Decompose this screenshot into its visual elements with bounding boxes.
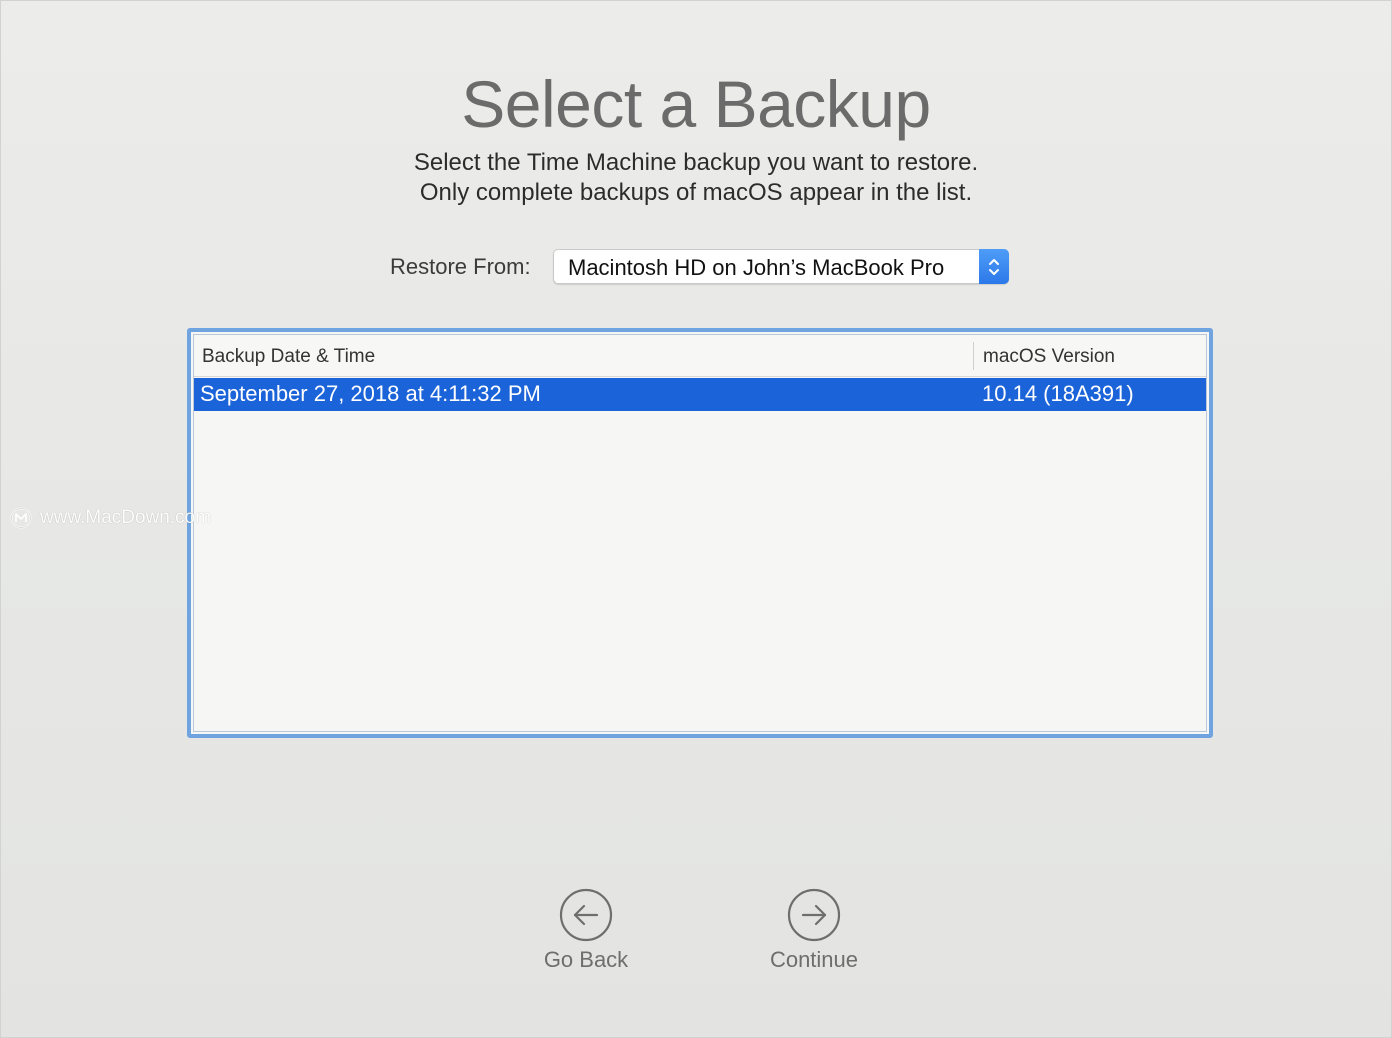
continue-button[interactable]: Continue [734,888,894,988]
row-macos-version: 10.14 (18A391) [982,381,1134,406]
up-down-chevrons-icon[interactable] [979,249,1009,284]
watermark-text: www.MacDown.com [40,507,212,528]
restore-from-label: Restore From: [390,254,531,279]
continue-label[interactable]: Continue [734,947,894,973]
subtitle-line-2: Only complete backups of macOS appear in… [419,179,973,206]
table-row[interactable]: September 27, 2018 at 4:11:32 PM 10.14 (… [194,378,1206,411]
go-back-button[interactable]: Go Back [506,888,666,988]
restore-from-selected-value: Macintosh HD on John’s MacBook Pro [568,255,945,280]
row-backup-date: September 27, 2018 at 4:11:32 PM [200,381,541,406]
page-title: Select a Backup [461,67,931,141]
column-header-backup-date[interactable]: Backup Date & Time [202,346,375,368]
go-back-label[interactable]: Go Back [506,947,666,973]
restore-from-popup-button[interactable]: Macintosh HD on John’s MacBook Pro [553,249,1009,284]
backup-table-body: Backup Date & Time macOS Version Septemb… [193,334,1207,732]
table-header: Backup Date & Time macOS Version [194,335,1206,377]
column-header-macos-version[interactable]: macOS Version [983,346,1115,368]
subtitle-line-1: Select the Time Machine backup you want … [413,149,979,176]
macdown-logo-icon [10,507,32,529]
column-divider[interactable] [973,342,974,370]
watermark: www.MacDown.com [10,507,211,529]
arrow-left-circle-icon[interactable] [559,888,613,942]
backup-table[interactable]: Backup Date & Time macOS Version Septemb… [187,328,1213,738]
arrow-right-circle-icon[interactable] [787,888,841,942]
